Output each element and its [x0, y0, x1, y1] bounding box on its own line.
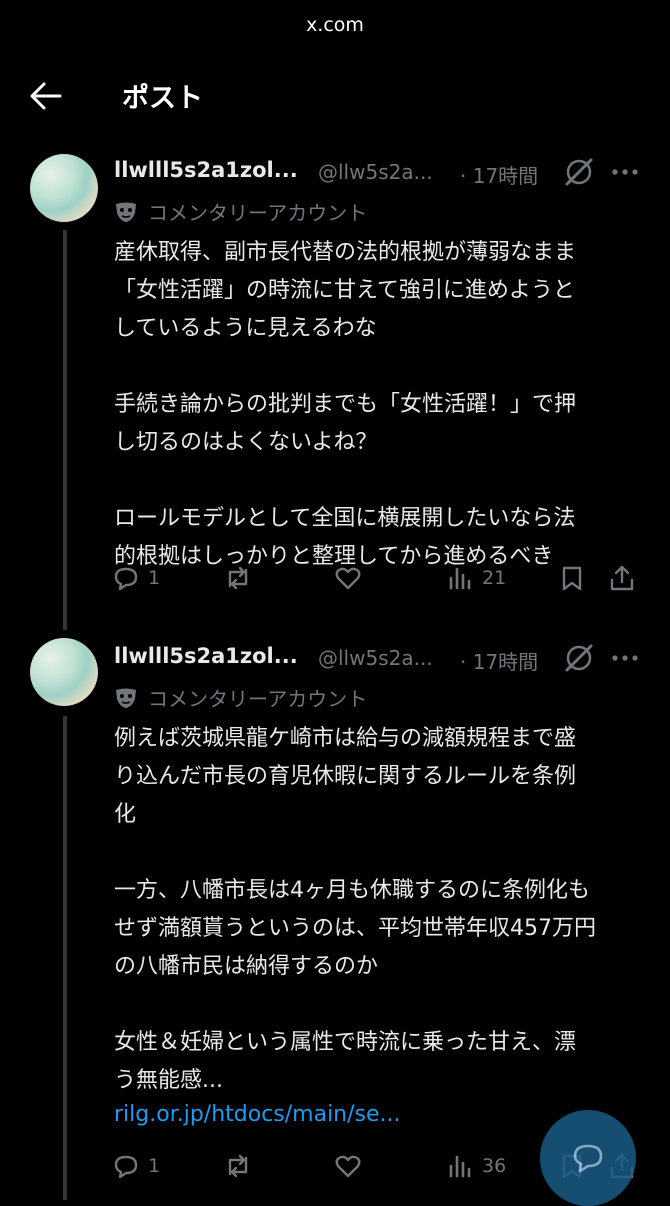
share-icon: [610, 565, 634, 591]
share-button[interactable]: [608, 564, 636, 592]
reply-button[interactable]: 1: [112, 564, 160, 592]
reply-icon: [114, 1155, 138, 1179]
url-text: x.com: [306, 14, 364, 36]
compose-icon: [573, 1144, 603, 1173]
views-button[interactable]: 21: [446, 564, 506, 592]
view-count: 36: [482, 1155, 507, 1177]
post-text: 例えば茨城県龍ケ崎市は給与の減額規程まで盛 り込んだ市長の育児休暇に関するルール…: [114, 726, 596, 1093]
post-actions: 1 21: [112, 564, 642, 604]
grok-icon[interactable]: [563, 156, 595, 188]
post-text: 産休取得、副市長代替の法的根拠が薄弱なまま 「女性活躍」の時流に甘えて強引に進め…: [114, 240, 577, 569]
like-button[interactable]: [334, 564, 370, 592]
commentary-badge: コメンタリーアカウント: [114, 683, 367, 712]
views-icon: [449, 1155, 471, 1178]
reply-count: 1: [148, 567, 161, 589]
repost-button[interactable]: [224, 564, 260, 592]
thread-line: [63, 716, 67, 1200]
bookmark-button[interactable]: [558, 564, 586, 592]
page-header: ポスト: [0, 62, 670, 130]
compose-reply-button[interactable]: [540, 1110, 636, 1206]
mask-icon: [116, 202, 136, 222]
avatar[interactable]: [30, 154, 98, 222]
repost-icon: [228, 1154, 248, 1178]
page-title: ポスト: [122, 83, 203, 114]
like-icon: [335, 1155, 361, 1178]
repost-button[interactable]: [224, 1152, 260, 1180]
link-text[interactable]: rilg.or.jp/htdocs/main/se...: [114, 1102, 401, 1127]
display-name[interactable]: llwlll5s2a1zol...: [114, 644, 298, 668]
badge-label: コメンタリーアカウント: [148, 687, 368, 711]
like-button[interactable]: [334, 1152, 370, 1180]
timestamp[interactable]: · 17時間: [460, 646, 538, 675]
reply-count: 1: [148, 1155, 161, 1177]
commentary-badge: コメンタリーアカウント: [114, 197, 367, 226]
bookmark-icon: [562, 566, 582, 591]
handle[interactable]: @llw5s2a...: [318, 646, 433, 670]
more-icon[interactable]: [610, 648, 640, 668]
more-icon[interactable]: [610, 162, 640, 182]
grok-icon[interactable]: [563, 642, 595, 674]
views-button[interactable]: 36: [446, 1152, 506, 1180]
url-bar[interactable]: x.com: [0, 0, 670, 50]
back-arrow-icon[interactable]: [28, 80, 64, 112]
reply-icon: [114, 567, 138, 591]
reply-button[interactable]: 1: [112, 1152, 160, 1180]
thread-line: [63, 230, 67, 630]
view-count: 21: [482, 567, 507, 589]
repost-icon: [228, 566, 248, 590]
timestamp[interactable]: · 17時間: [460, 160, 538, 189]
display-name[interactable]: llwlll5s2a1zol...: [114, 158, 298, 182]
views-icon: [449, 567, 471, 590]
like-icon: [335, 567, 361, 590]
mask-icon: [116, 688, 136, 708]
avatar[interactable]: [30, 638, 98, 706]
badge-label: コメンタリーアカウント: [148, 201, 368, 225]
handle[interactable]: @llw5s2a...: [318, 160, 433, 184]
